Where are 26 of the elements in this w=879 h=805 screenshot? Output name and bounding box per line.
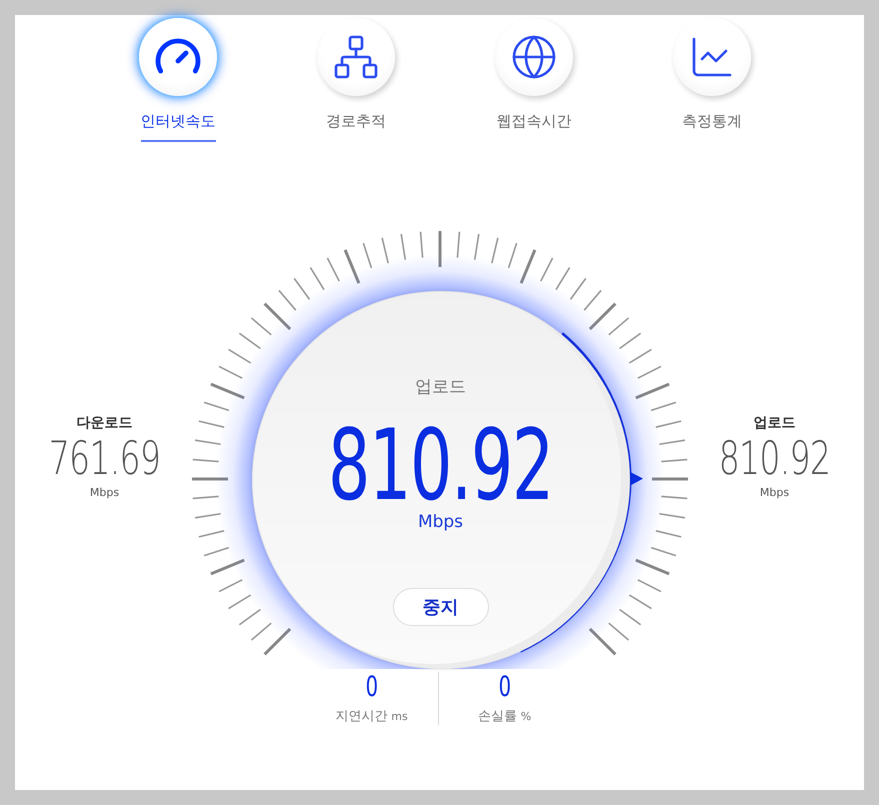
stat-unit: % — [520, 710, 532, 723]
speed-value: 810.92 — [328, 420, 553, 512]
reading-value: 761.69 — [48, 432, 160, 484]
globe-icon — [510, 33, 558, 81]
reading-value: 810.92 — [718, 432, 830, 484]
tab[interactable]: 측정통계 — [682, 112, 742, 142]
tab-icon-button[interactable] — [495, 18, 573, 96]
reading-label: 다운로드 — [76, 414, 132, 432]
reading-label: 업로드 — [754, 414, 796, 432]
stat-value: 0 — [365, 672, 378, 702]
gauge-title: 업로드 — [415, 376, 466, 398]
tab-icon-button[interactable] — [673, 18, 751, 96]
tab[interactable]: 웹접속시간 — [496, 112, 572, 142]
stat-value: 0 — [498, 672, 511, 702]
tab[interactable]: 인터넷속도 — [140, 112, 216, 142]
tab[interactable]: 경로추적 — [326, 112, 386, 142]
stop-button[interactable]: 중지 — [392, 588, 488, 626]
stat-unit: ms — [391, 710, 408, 723]
reading-unit: Mbps — [760, 486, 790, 499]
stat-label: 지연시간 — [335, 708, 388, 725]
network-icon — [332, 33, 380, 81]
stat-label: 손실률 — [478, 708, 517, 725]
reading-unit: Mbps — [90, 486, 120, 499]
tab-icon-button[interactable] — [317, 18, 395, 96]
speed-unit: Mbps — [418, 512, 464, 532]
tab-icon-button[interactable] — [139, 18, 217, 96]
